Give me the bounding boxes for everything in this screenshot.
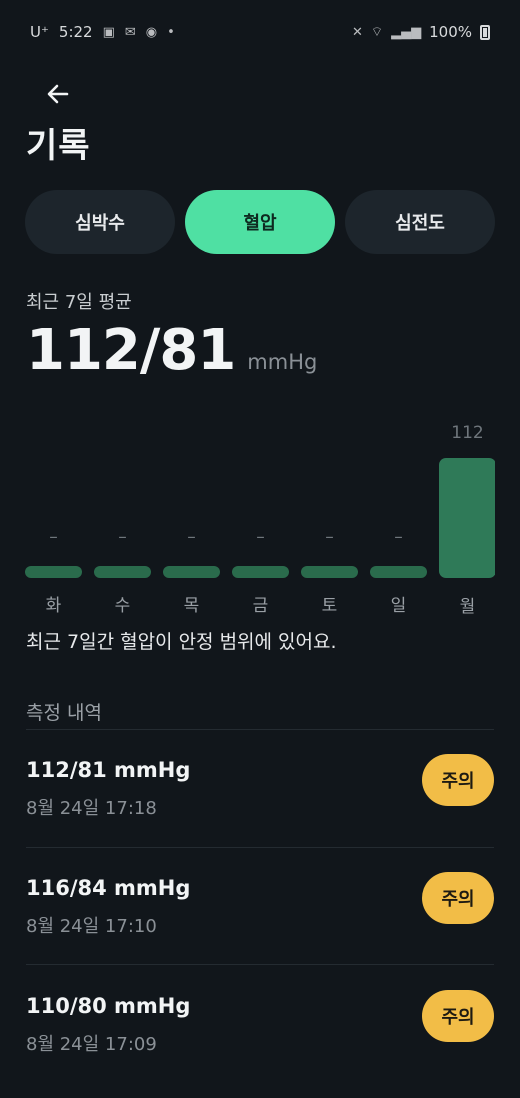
record-time: 8월 24일 17:10	[26, 916, 157, 937]
back-arrow-icon	[47, 84, 69, 104]
status-badge[interactable]: 주의	[422, 754, 494, 806]
battery-percent: 100%	[429, 23, 472, 41]
chart-bar	[232, 566, 289, 578]
average-unit: mmHg	[247, 350, 318, 374]
divider	[26, 729, 494, 730]
average-row: 112/81 mmHg	[26, 318, 317, 383]
summary-text: 최근 7일간 혈압이 안정 범위에 있어요.	[26, 631, 337, 653]
tab-heart-rate[interactable]: 심박수	[25, 190, 175, 254]
average-label: 최근 7일 평균	[26, 292, 132, 313]
chart-data-label: –	[49, 527, 58, 547]
chart-data-label: –	[118, 527, 127, 547]
chart-bar	[94, 566, 151, 578]
chart-data-label: –	[187, 527, 196, 547]
notification-icon: ▣	[102, 24, 115, 40]
chart-data-label: 112	[451, 423, 483, 443]
app-icon: ◉	[145, 24, 158, 40]
wifi-icon: ⌔	[370, 25, 384, 40]
more-dot-icon: •	[167, 24, 175, 40]
carrier-label: U⁺	[30, 23, 49, 41]
chart-x-tick-label: 일	[391, 596, 407, 615]
average-value: 112/81	[26, 318, 236, 383]
chart-data-label: –	[256, 527, 265, 547]
chart-data-label: –	[394, 527, 403, 547]
clock: 5:22	[58, 23, 93, 41]
status-badge[interactable]: 주의	[422, 990, 494, 1042]
chart-bar	[370, 566, 427, 578]
status-badge[interactable]: 주의	[422, 872, 494, 924]
back-button[interactable]	[38, 74, 78, 114]
message-icon: ✉	[124, 24, 136, 40]
history-item[interactable]: 110/80 mmHg 8월 24일 17:09 주의	[26, 990, 494, 1094]
status-bar: U⁺ 5:22 ▣ ✉ ◉ • ✕ ⌔ ▂▄▆ 100%	[0, 0, 520, 64]
record-value: 116/84 mmHg	[26, 876, 191, 900]
chart-bar	[163, 566, 220, 578]
divider	[26, 964, 494, 965]
history-item[interactable]: 112/81 mmHg 8월 24일 17:18 주의	[26, 754, 494, 858]
chart-bar	[301, 566, 358, 578]
chart-x-tick-label: 토	[322, 596, 338, 615]
tab-ecg[interactable]: 심전도	[345, 190, 495, 254]
tab-blood-pressure[interactable]: 혈압	[185, 190, 335, 254]
tab-bar: 심박수 혈압 심전도	[25, 190, 495, 254]
divider	[26, 847, 494, 848]
record-value: 112/81 mmHg	[26, 758, 191, 782]
chart-x-tick-label: 월	[460, 597, 476, 615]
chart-x-tick-label: 화	[46, 596, 62, 615]
page-title: 기록	[26, 126, 91, 166]
chart-x-tick-label: 목	[184, 596, 200, 615]
signal-icon: ▂▄▆	[391, 24, 422, 40]
record-time: 8월 24일 17:09	[26, 1034, 157, 1055]
status-right: ✕ ⌔ ▂▄▆ 100%	[352, 23, 490, 41]
history-title: 측정 내역	[26, 702, 102, 724]
mute-icon: ✕	[351, 24, 363, 40]
chart-bar	[25, 566, 82, 578]
chart-x-tick-label: 금	[253, 596, 269, 615]
record-time: 8월 24일 17:18	[26, 798, 157, 819]
chart-x-tick-label: 수	[115, 596, 131, 615]
record-value: 110/80 mmHg	[26, 994, 191, 1018]
history-item[interactable]: 116/84 mmHg 8월 24일 17:10 주의	[26, 872, 494, 976]
battery-icon	[480, 24, 490, 40]
chart-data-label: –	[325, 527, 334, 547]
status-left: U⁺ 5:22 ▣ ✉ ◉ •	[30, 23, 175, 41]
weekly-bp-chart: – 화 – 수 – 목 – 금 – 토 – 일 112 월	[25, 423, 495, 615]
chart-bar	[439, 458, 495, 578]
